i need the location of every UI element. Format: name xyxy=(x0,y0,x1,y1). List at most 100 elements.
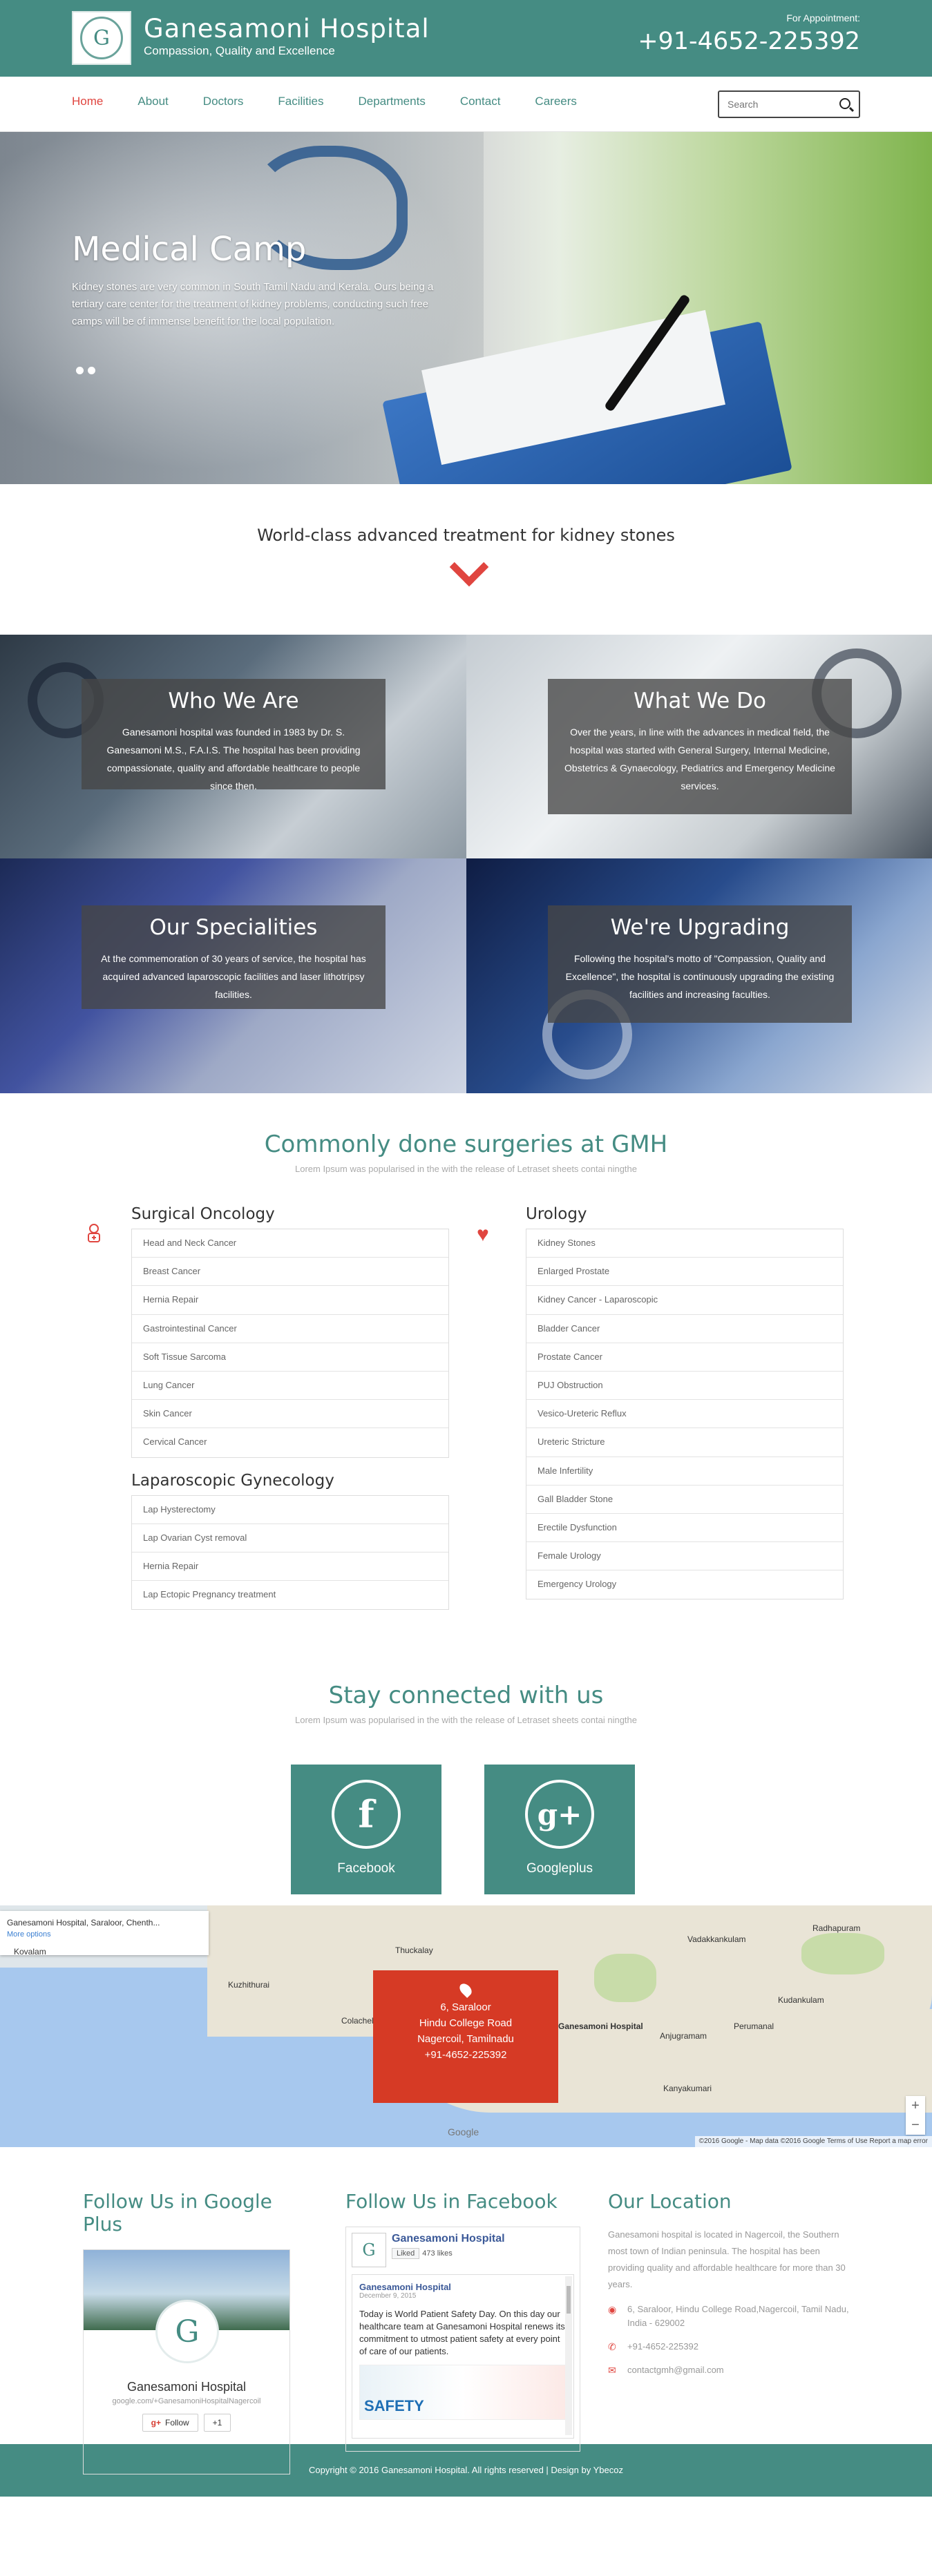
location-map[interactable]: Ganesamoni Hospital, Saraloor, Chenth...… xyxy=(0,1905,932,2147)
nav-contact[interactable]: Contact xyxy=(460,95,501,108)
list-item[interactable]: Soft Tissue Sarcoma xyxy=(132,1343,448,1372)
map-more-options[interactable]: More options xyxy=(7,1930,202,1939)
list-item[interactable]: Lap Ovarian Cyst removal xyxy=(132,1524,448,1553)
laparoscopic-list: Lap Hysterectomy Lap Ovarian Cyst remova… xyxy=(131,1494,449,1611)
nav-doctors[interactable]: Doctors xyxy=(203,95,244,108)
fb-post-author[interactable]: Ganesamoni Hospital xyxy=(359,2282,567,2292)
tagline-section: World-class advanced treatment for kidne… xyxy=(0,484,932,635)
facebook-card[interactable]: f Facebook xyxy=(291,1765,441,1894)
hero-text: Kidney stones are very common in South T… xyxy=(72,281,434,327)
map-zoom-control[interactable]: + − xyxy=(906,2096,925,2135)
slider-dots xyxy=(76,367,95,374)
chevron-down-icon[interactable] xyxy=(446,561,487,582)
slider-dot-1[interactable] xyxy=(76,367,84,374)
feature-tile-specialities: Our Specialities At the commemoration of… xyxy=(0,858,466,1093)
googleplus-card[interactable]: g+ Googleplus xyxy=(484,1765,635,1894)
fb-page-name[interactable]: Ganesamoni Hospital xyxy=(392,2233,505,2245)
gplus-follow-button[interactable]: g+ Follow xyxy=(142,2414,198,2432)
map-address-line: Nagercoil, Tamilnadu xyxy=(417,2033,514,2045)
fb-post-image-text: SAFETY xyxy=(364,2397,424,2414)
list-item[interactable]: Cervical Cancer xyxy=(132,1428,448,1457)
site-title[interactable]: Ganesamoni Hospital xyxy=(144,14,430,44)
tagline-text: World-class advanced treatment for kidne… xyxy=(257,526,675,545)
map-address-line: Hindu College Road xyxy=(419,2017,513,2029)
gplus-plus1-button[interactable]: +1 xyxy=(203,2414,231,2432)
nav-departments[interactable]: Departments xyxy=(359,95,426,108)
phone-item: ✆ +91-4652-225392 xyxy=(608,2340,850,2354)
logo-emblem-icon: G xyxy=(80,17,123,59)
feature-text: At the commemoration of 30 years of serv… xyxy=(101,953,366,1000)
fb-liked-button[interactable]: Liked xyxy=(392,2248,420,2259)
phone-text[interactable]: +91-4652-225392 xyxy=(627,2340,698,2354)
fb-post-date[interactable]: December 9, 2015 xyxy=(359,2292,567,2300)
list-item[interactable]: Gastrointestinal Cancer xyxy=(132,1315,448,1343)
social-subtitle: Lorem Ipsum was popularised in the with … xyxy=(294,1715,637,1725)
list-item[interactable]: Vesico-Ureteric Reflux xyxy=(526,1400,843,1429)
fb-post-image[interactable]: SAFETY xyxy=(359,2365,567,2420)
list-item[interactable]: Hernia Repair xyxy=(132,1286,448,1315)
list-item[interactable]: Skin Cancer xyxy=(132,1400,448,1429)
list-item[interactable]: Female Urology xyxy=(526,1542,843,1571)
gplus-page-name[interactable]: Ganesamoni Hospital xyxy=(84,2380,289,2394)
list-item[interactable]: Kidney Cancer - Laparoscopic xyxy=(526,1286,843,1315)
list-item[interactable]: Erectile Dysfunction xyxy=(526,1514,843,1543)
list-item[interactable]: Bladder Cancer xyxy=(526,1315,843,1343)
list-item[interactable]: Prostate Cancer xyxy=(526,1343,843,1372)
hospital-logo[interactable]: G xyxy=(72,11,131,65)
list-item[interactable]: Kidney Stones xyxy=(526,1229,843,1258)
gplus-avatar[interactable]: G xyxy=(155,2300,219,2363)
feature-overlay: What We Do Over the years, in line with … xyxy=(548,679,852,814)
map-town: Colachel xyxy=(341,2016,374,2026)
gplus-small-icon: g+ xyxy=(151,2418,161,2428)
list-item[interactable]: Hernia Repair xyxy=(132,1553,448,1582)
nav-facilities[interactable]: Facilities xyxy=(278,95,323,108)
map-marker-icon: ◉ xyxy=(608,2304,617,2315)
nav-about[interactable]: About xyxy=(137,95,168,108)
gplus-url[interactable]: google.com/+GanesamoniHospitalNagercoil xyxy=(84,2397,289,2405)
map-place-name[interactable]: Ganesamoni Hospital, Saraloor, Chenth... xyxy=(7,1918,202,1928)
search-input[interactable] xyxy=(719,92,830,117)
map-attribution[interactable]: ©2016 Google - Map data ©2016 Google Ter… xyxy=(694,2136,932,2147)
list-item[interactable]: PUJ Obstruction xyxy=(526,1372,843,1401)
feature-title: Our Specialities xyxy=(149,915,318,940)
email-text[interactable]: contactgmh@gmail.com xyxy=(627,2363,724,2377)
list-item[interactable]: Lung Cancer xyxy=(132,1372,448,1401)
list-item[interactable]: Lap Hysterectomy xyxy=(132,1496,448,1524)
list-item[interactable]: Enlarged Prostate xyxy=(526,1258,843,1287)
oncology-icon xyxy=(88,1224,100,1242)
list-item[interactable]: Emergency Urology xyxy=(526,1570,843,1599)
search-icon[interactable] xyxy=(839,98,850,109)
address-text: 6, Saraloor, Hindu College Road,Nagercoi… xyxy=(627,2304,849,2328)
fb-page-logo[interactable]: G xyxy=(352,2233,386,2267)
map-town: Kanyakumari xyxy=(663,2084,712,2093)
feature-text: Ganesamoni hospital was founded in 1983 … xyxy=(106,727,361,791)
list-item[interactable]: Breast Cancer xyxy=(132,1258,448,1287)
feature-overlay: We're Upgrading Following the hospital's… xyxy=(548,905,852,1023)
list-item[interactable]: Gall Bladder Stone xyxy=(526,1486,843,1514)
nav-home[interactable]: Home xyxy=(72,95,103,108)
envelope-icon: ✉ xyxy=(608,2365,616,2376)
zoom-out-icon[interactable]: − xyxy=(906,2115,925,2135)
hero-title: Medical Camp xyxy=(72,230,307,269)
gplus-heading: Follow Us in Google Plus xyxy=(83,2190,272,2236)
feature-overlay: Our Specialities At the commemoration of… xyxy=(82,905,386,1009)
slider-dot-2[interactable] xyxy=(88,367,95,374)
gplus-buttons: g+ Follow +1 xyxy=(84,2414,289,2432)
nav-careers[interactable]: Careers xyxy=(535,95,576,108)
appointment-info: For Appointment: +91-4652-225392 xyxy=(638,12,860,55)
fb-post-text: Today is World Patient Safety Day. On th… xyxy=(359,2309,565,2356)
map-town: Kuzhithurai xyxy=(228,1980,270,1990)
list-item[interactable]: Head and Neck Cancer xyxy=(132,1229,448,1258)
location-text: Ganesamoni hospital is located in Nagerc… xyxy=(608,2229,846,2289)
brand: Ganesamoni Hospital Compassion, Quality … xyxy=(144,14,430,58)
copyright-text: Copyright © 2016 Ganesamoni Hospital. Al… xyxy=(309,2465,623,2475)
list-item[interactable]: Ureteric Stricture xyxy=(526,1428,843,1457)
map-address-box: 6, Saraloor Hindu College Road Nagercoil… xyxy=(373,1970,558,2103)
feature-tile-upgrading: We're Upgrading Following the hospital's… xyxy=(466,858,932,1093)
zoom-in-icon[interactable]: + xyxy=(906,2096,925,2115)
list-item[interactable]: Male Infertility xyxy=(526,1457,843,1486)
main-navbar: Home About Doctors Facilities Department… xyxy=(0,77,932,132)
list-item[interactable]: Lap Ectopic Pregnancy treatment xyxy=(132,1581,448,1609)
fb-scrollbar[interactable] xyxy=(565,2276,572,2435)
appointment-phone[interactable]: +91-4652-225392 xyxy=(638,28,860,55)
